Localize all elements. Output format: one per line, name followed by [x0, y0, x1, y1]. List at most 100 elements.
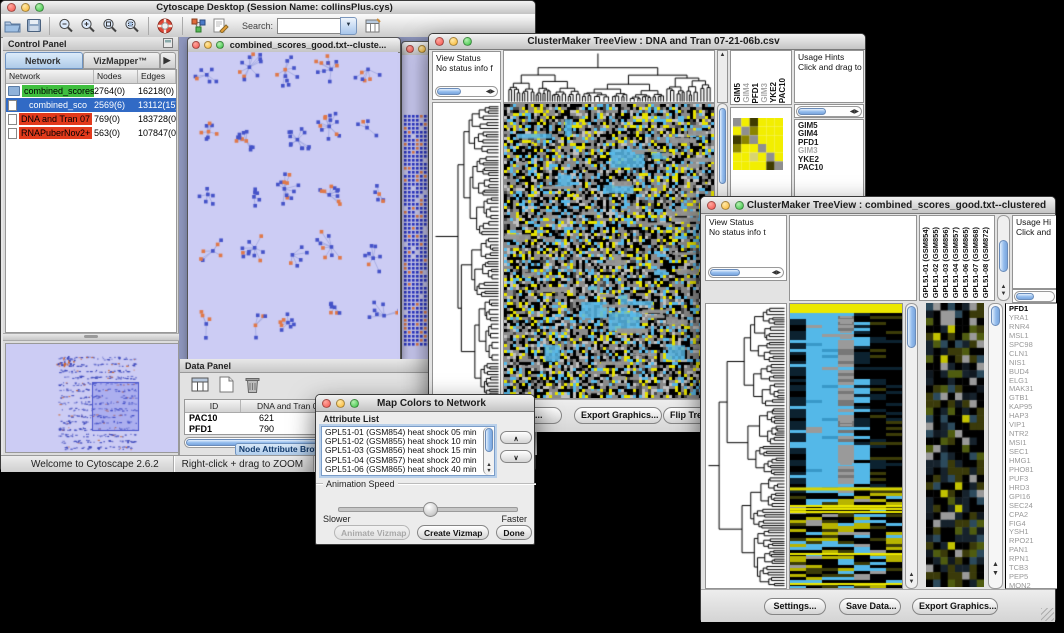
scrollbar-thumb[interactable] [710, 269, 740, 276]
labels-vscrollbar[interactable]: ▲▼ [997, 215, 1010, 301]
close-button[interactable] [322, 399, 331, 408]
resize-grip[interactable] [1041, 608, 1054, 621]
minimize-button[interactable] [449, 37, 458, 46]
search-field[interactable] [277, 18, 340, 34]
scrollbar-thumb[interactable] [798, 108, 826, 115]
close-button[interactable] [707, 201, 716, 210]
scroll-arrows-icon[interactable]: ◀▶ [486, 88, 495, 95]
export-graphics-button[interactable]: Export Graphics... [574, 407, 662, 424]
treeview-combined-titlebar[interactable]: ClusterMaker TreeView : combined_scores_… [701, 197, 1055, 214]
zoom-heatmap-canvas[interactable] [926, 303, 984, 587]
zoom-in-icon[interactable] [80, 18, 96, 33]
minimize-button[interactable] [336, 399, 345, 408]
scrollbar-thumb[interactable] [907, 306, 916, 348]
close-button[interactable] [435, 37, 444, 46]
network-window-titlebar[interactable]: combined_scores_good.txt--cluste... [188, 38, 400, 53]
column-dendrogram-canvas[interactable] [504, 51, 714, 102]
heatmap-vscrollbar[interactable]: ▲▼ [905, 303, 918, 589]
help-lifering-icon[interactable] [157, 18, 174, 34]
slider-thumb[interactable] [423, 502, 438, 517]
annotation-icon[interactable] [213, 18, 229, 33]
heatmap-canvas[interactable] [504, 104, 714, 398]
network-list-header[interactable]: Network Nodes Edges [6, 70, 176, 84]
attribute-listbox[interactable]: GPL51-01 (GSM854) heat shock 05 minGPL51… [321, 426, 495, 476]
attribute-table-icon[interactable] [365, 18, 381, 33]
gene-label[interactable]: PAC10 [798, 164, 863, 172]
gene-label[interactable]: MON2 [1009, 582, 1057, 589]
scrollbar-thumb[interactable] [485, 428, 493, 452]
move-up-button[interactable]: ∧ [500, 431, 532, 444]
float-panel-icon[interactable] [163, 38, 173, 50]
scroll-arrows-icon[interactable]: ▲▼ [989, 561, 1002, 578]
table-icon[interactable] [191, 376, 210, 393]
dendrogram-scroll-strip[interactable]: ▲ [717, 50, 728, 103]
tab-overflow-arrow[interactable]: ▶ [160, 52, 176, 69]
export-graphics-button[interactable]: Export Graphics... [912, 598, 998, 615]
animation-speed-slider[interactable] [338, 507, 518, 512]
main-titlebar[interactable]: Cytoscape Desktop (Session Name: collins… [1, 1, 535, 15]
scroll-arrows-icon[interactable]: ◀▶ [772, 269, 781, 276]
minimize-button[interactable] [204, 41, 212, 49]
zoom-selected-icon[interactable] [124, 18, 140, 33]
trash-icon[interactable] [245, 376, 260, 393]
scroll-arrows-icon[interactable]: ▲▼ [906, 572, 917, 586]
heatmap-canvas[interactable] [790, 304, 902, 588]
open-folder-icon[interactable] [4, 19, 21, 33]
view-status-hscrollbar[interactable]: ◀▶ [708, 267, 784, 278]
column-dendrogram-panel[interactable] [789, 215, 917, 301]
control-panel-tab[interactable]: VizMapper™ [83, 52, 161, 69]
zoom-vscrollbar[interactable]: ▲▼ [988, 303, 1003, 589]
search-dropdown-arrow[interactable]: ▼ [340, 17, 357, 35]
network-row[interactable]: RNAPuberNov2+ 563(0) 107847(0) [6, 126, 176, 140]
scroll-arrows-icon[interactable]: ▲▼ [484, 462, 494, 475]
attribute-item[interactable]: GPL51-07 (GSM868) heat shock 60 min [325, 474, 494, 476]
listbox-vscrollbar[interactable]: ▲▼ [483, 427, 494, 475]
vizmap-icon[interactable] [191, 18, 207, 33]
row-dendrogram-canvas[interactable] [706, 304, 786, 588]
settings-button[interactable]: Settings... [764, 598, 826, 615]
panel-splitter[interactable] [3, 333, 179, 341]
zoom-button[interactable] [216, 41, 224, 49]
close-button[interactable] [7, 3, 16, 12]
network-overview-thumbnail[interactable] [5, 343, 179, 453]
usage-hints-hscrollbar[interactable]: ◀▶ [796, 106, 862, 117]
zoom-matrix-canvas[interactable] [733, 118, 783, 170]
network-row[interactable]: combined_scores 2764(0) 16218(0) [6, 84, 176, 98]
map-dialog-titlebar[interactable]: Map Colors to Network [316, 395, 534, 412]
treeview-dna-titlebar[interactable]: ClusterMaker TreeView : DNA and Tran 07-… [429, 34, 865, 50]
save-icon[interactable] [27, 19, 41, 32]
zoom-fit-icon[interactable] [102, 18, 118, 33]
scroll-up-arrow-icon[interactable]: ▲ [718, 52, 727, 58]
zoom-out-icon[interactable] [58, 18, 74, 33]
new-document-icon[interactable] [219, 376, 234, 393]
scrollbar-thumb[interactable] [991, 306, 1000, 326]
scrollbar-thumb[interactable] [999, 240, 1008, 272]
close-button[interactable] [192, 41, 200, 49]
move-down-button[interactable]: ∨ [500, 450, 532, 463]
splitter-handle[interactable] [84, 335, 98, 338]
control-panel-tab[interactable]: Network [5, 52, 83, 69]
scroll-arrows-icon[interactable]: ▲▼ [998, 284, 1009, 298]
create-vizmap-button[interactable]: Create Vizmap [417, 525, 489, 540]
minimize-button[interactable] [21, 3, 30, 12]
close-button[interactable] [406, 45, 414, 53]
zoom-button[interactable] [463, 37, 472, 46]
save-data-button[interactable]: Save Data... [839, 598, 901, 615]
animate-vizmap-button[interactable]: Animate Vizmap [334, 525, 410, 540]
scrollbar-thumb[interactable] [1016, 293, 1034, 300]
row-dendrogram-canvas[interactable] [433, 103, 500, 398]
zoom-button[interactable] [35, 3, 44, 12]
zoom-button[interactable] [735, 201, 744, 210]
search-input[interactable]: ▼ [277, 17, 357, 35]
network-row[interactable]: combined_sco 2569(6) 13112(15) [6, 98, 176, 112]
scroll-arrows-icon[interactable]: ◀▶ [850, 108, 859, 115]
minimize-button[interactable] [721, 201, 730, 210]
zoom-button[interactable] [350, 399, 359, 408]
network-view-canvas[interactable] [188, 52, 398, 358]
done-button[interactable]: Done [496, 525, 532, 540]
view-status-hscrollbar[interactable]: ◀▶ [435, 86, 498, 97]
minimize-button[interactable] [418, 45, 426, 53]
network-row[interactable]: DNA and Tran 07 769(0) 183728(0) [6, 112, 176, 126]
usage-hints-hscrollbar[interactable] [1014, 291, 1055, 302]
scrollbar-thumb[interactable] [719, 108, 726, 184]
